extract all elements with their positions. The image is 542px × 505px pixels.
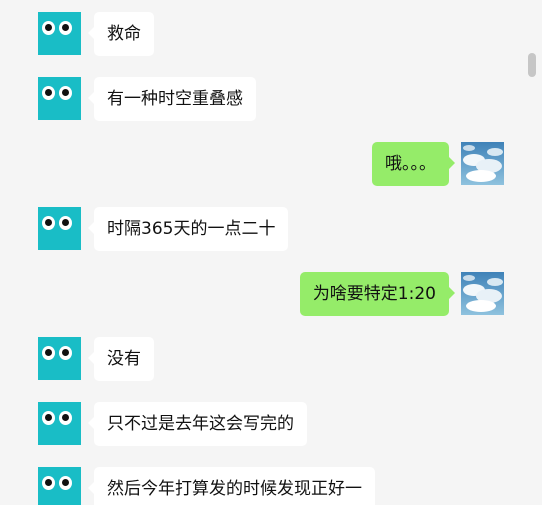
contact-avatar[interactable] xyxy=(38,402,81,445)
sky-clouds-icon xyxy=(461,272,504,315)
contact-avatar[interactable] xyxy=(38,207,81,250)
scrollbar-thumb[interactable] xyxy=(528,53,536,77)
eye-icon xyxy=(42,21,55,35)
eye-icon xyxy=(42,476,55,490)
eye-icon xyxy=(59,86,72,100)
eye-icon xyxy=(42,86,55,100)
incoming-message-bubble[interactable]: 没有 xyxy=(88,337,154,381)
incoming-message-bubble[interactable]: 救命 xyxy=(88,12,154,56)
eye-icon xyxy=(59,216,72,230)
eye-icon xyxy=(59,21,72,35)
incoming-message-bubble[interactable]: 时隔365天的一点二十 xyxy=(87,207,289,251)
eye-icon xyxy=(42,346,55,360)
message-row: 为啥要特定1:20 xyxy=(296,272,504,316)
incoming-message-bubble[interactable]: 然后今年打算发的时候发现正好一 xyxy=(88,467,375,505)
incoming-message-bubble[interactable]: 有一种时空重叠感 xyxy=(88,77,256,121)
incoming-message-bubble[interactable]: 只不过是去年这会写完的 xyxy=(88,402,307,446)
sky-clouds-icon xyxy=(461,142,504,185)
message-row: 哦。。。 xyxy=(350,142,504,186)
eye-icon xyxy=(42,216,55,230)
contact-avatar[interactable] xyxy=(38,337,81,380)
eye-icon xyxy=(59,476,72,490)
eye-icon xyxy=(59,346,72,360)
contact-avatar[interactable] xyxy=(38,77,81,120)
eye-icon xyxy=(42,411,55,425)
chat-area: 救命 有一种时空重叠感 哦。。。 时隔365天的一点二十 为啥要特定1:20 没… xyxy=(0,0,542,505)
contact-avatar[interactable] xyxy=(38,467,81,505)
outgoing-message-bubble[interactable]: 哦。。。 xyxy=(372,142,455,186)
outgoing-message-bubble[interactable]: 为啥要特定1:20 xyxy=(299,272,456,316)
my-avatar[interactable] xyxy=(461,142,504,185)
eye-icon xyxy=(59,411,72,425)
my-avatar[interactable] xyxy=(461,272,504,315)
contact-avatar[interactable] xyxy=(38,12,81,55)
